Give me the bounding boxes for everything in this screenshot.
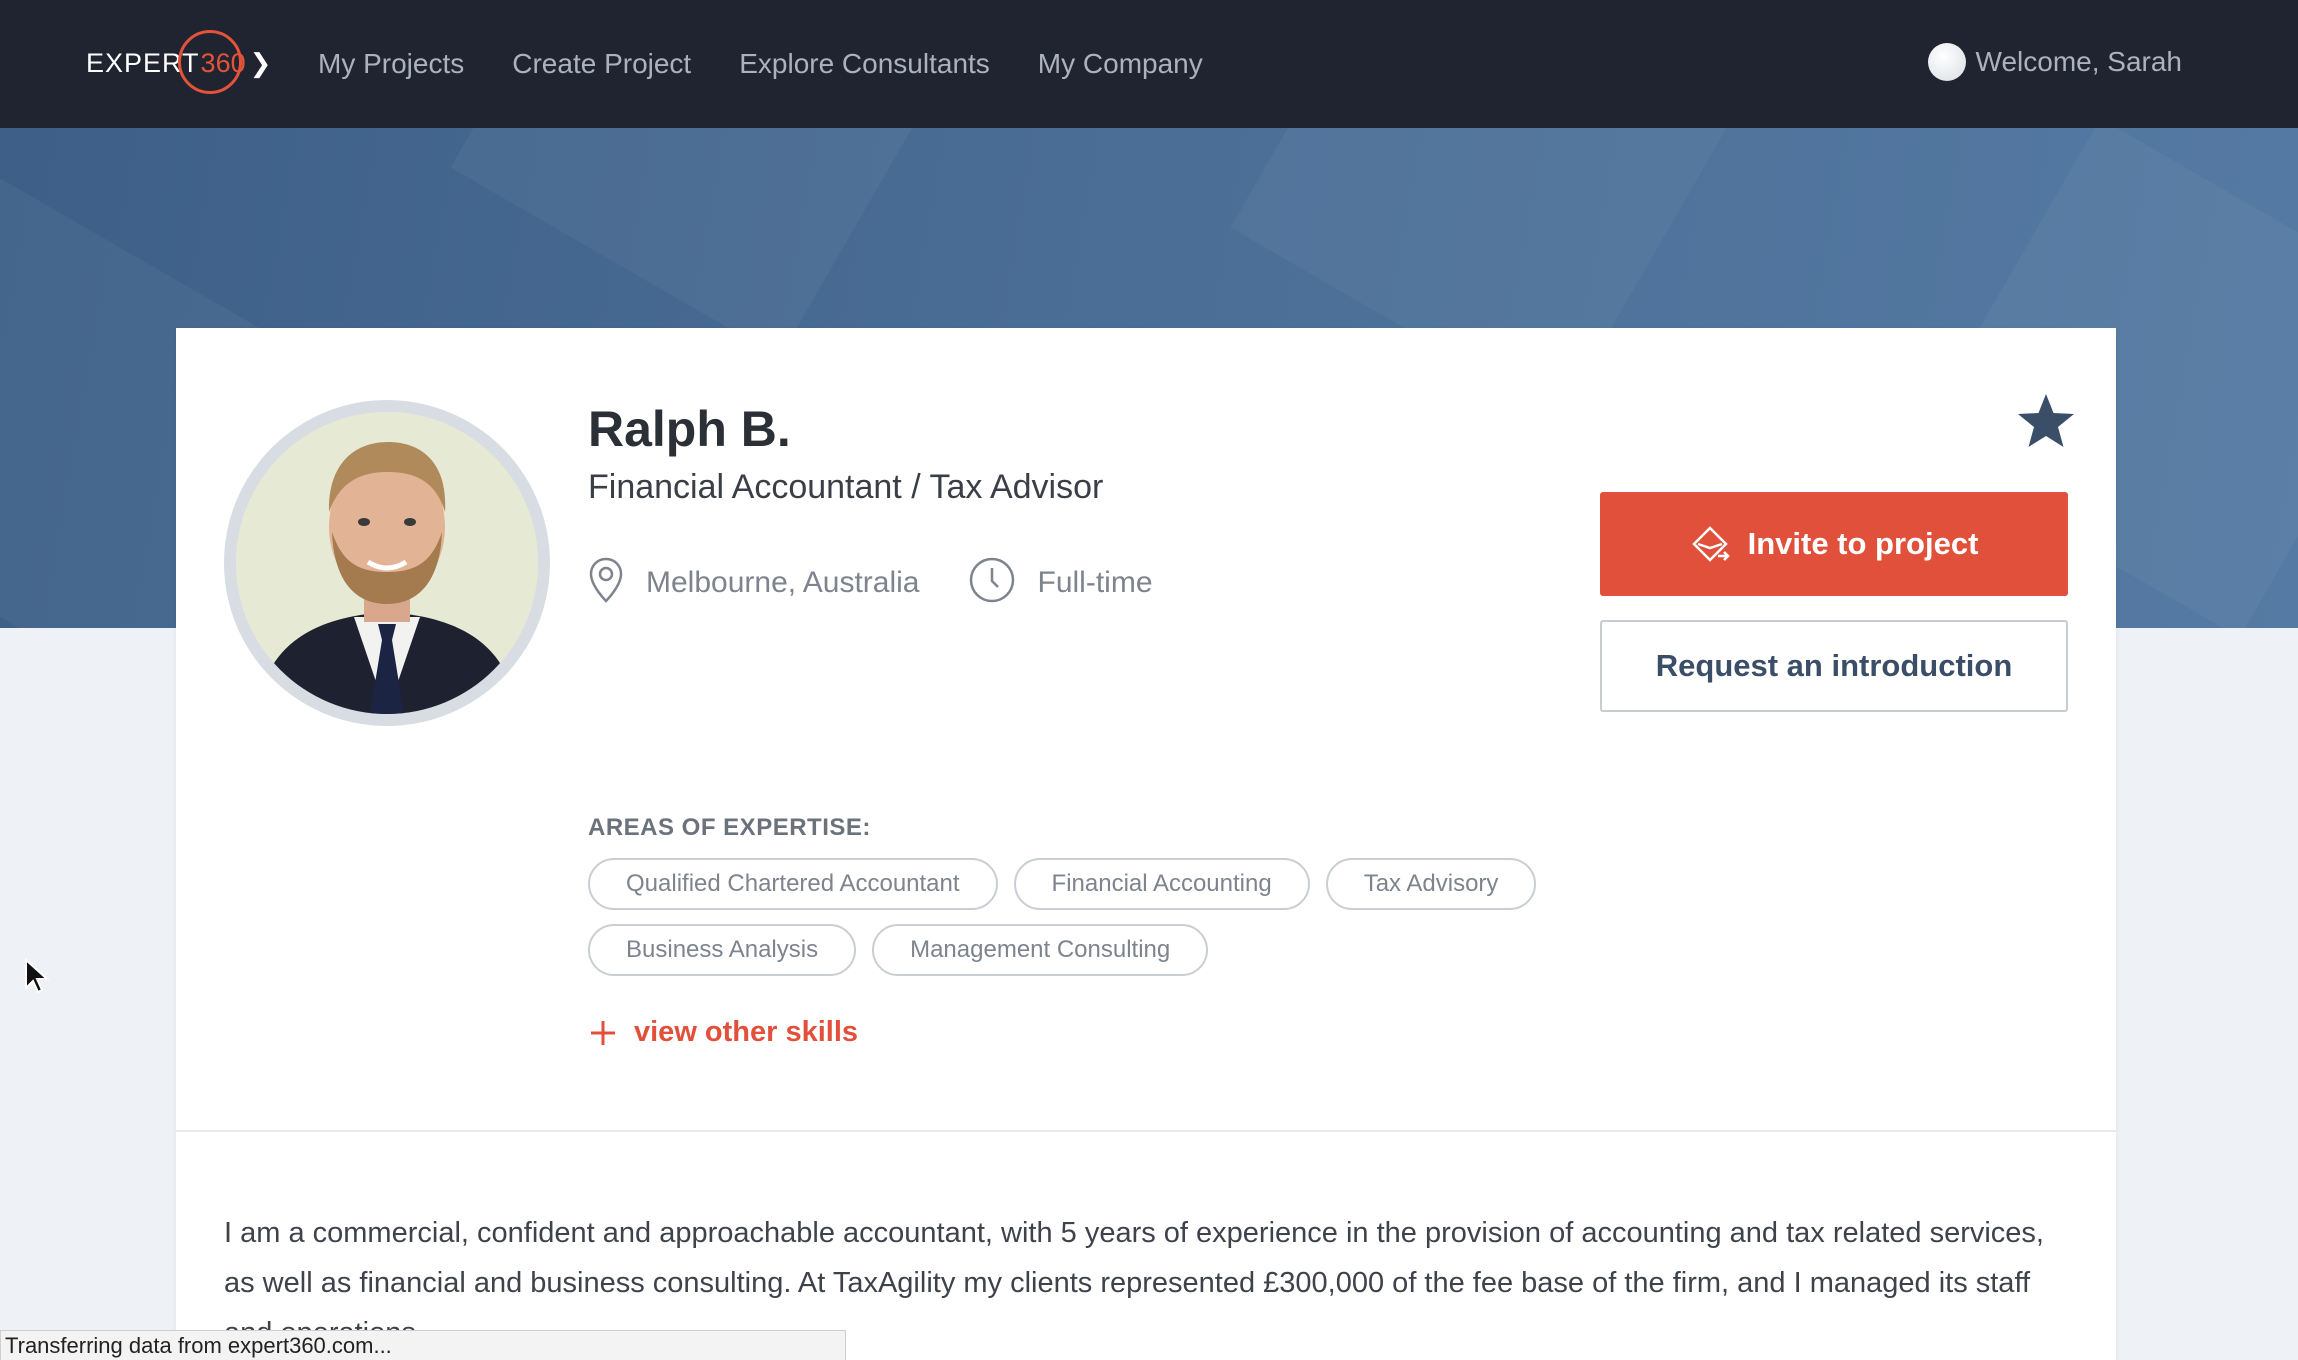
expertise-tags: Qualified Chartered Accountant Financial…: [588, 858, 1588, 990]
invite-label: Invite to project: [1747, 526, 1979, 561]
request-introduction-button[interactable]: Request an introduction: [1600, 620, 2068, 712]
intro-label: Request an introduction: [1655, 648, 2013, 683]
expertise-heading: AREAS OF EXPERTISE:: [588, 814, 871, 841]
map-pin-icon: [588, 556, 624, 609]
consultant-title: Financial Accountant / Tax Advisor: [588, 468, 1104, 506]
top-nav: EXPERT 360 ❯ My Projects Create Project …: [0, 0, 2298, 128]
availability-text: Full-time: [1037, 565, 1153, 599]
location: Melbourne, Australia: [588, 556, 920, 609]
nav-my-projects[interactable]: My Projects: [318, 48, 464, 80]
tag-row: Qualified Chartered Accountant Financial…: [588, 858, 1588, 910]
main-nav: My Projects Create Project Explore Consu…: [318, 0, 1251, 128]
logo-chevron: ❯: [249, 47, 272, 78]
page: EXPERT 360 ❯ My Projects Create Project …: [0, 0, 2298, 1360]
plus-icon: [588, 1018, 618, 1048]
consultant-name: Ralph B.: [588, 401, 791, 457]
expertise-tag[interactable]: Financial Accounting: [1013, 858, 1310, 910]
browser-status-bar: Transferring data from expert360.com...: [0, 1330, 846, 1360]
favorite-star-icon[interactable]: [2016, 392, 2076, 450]
envelope-send-icon: [1690, 524, 1730, 564]
user-menu[interactable]: Welcome, Sarah: [1927, 0, 2182, 124]
profile-photo-frame: [224, 400, 550, 726]
hero-decoration: [450, 128, 970, 358]
section-divider: [176, 1130, 2116, 1132]
expert360-logo[interactable]: EXPERT 360 ❯: [86, 30, 271, 96]
nav-my-company[interactable]: My Company: [1038, 48, 1203, 80]
welcome-text: Welcome, Sarah: [1975, 46, 2182, 77]
availability: Full-time: [968, 556, 1153, 609]
view-other-skills-label: view other skills: [634, 1016, 859, 1048]
view-other-skills-link[interactable]: view other skills: [588, 1016, 858, 1049]
invite-to-project-button[interactable]: Invite to project: [1600, 492, 2068, 596]
location-text: Melbourne, Australia: [646, 565, 920, 599]
expertise-tag[interactable]: Tax Advisory: [1325, 858, 1537, 910]
nav-explore-consultants[interactable]: Explore Consultants: [739, 48, 990, 80]
user-avatar-icon: [1927, 43, 1966, 81]
tag-row: Business Analysis Management Consulting: [588, 924, 1588, 976]
profile-card: Ralph B. Financial Accountant / Tax Advi…: [176, 328, 2116, 1360]
profile-meta: Melbourne, Australia Full-time: [588, 556, 1201, 609]
expertise-tag[interactable]: Business Analysis: [588, 924, 857, 976]
profile-photo: [236, 412, 538, 714]
logo-ring: [178, 30, 242, 94]
clock-icon: [968, 556, 1016, 609]
expertise-tag[interactable]: Management Consulting: [872, 924, 1209, 976]
expertise-tag[interactable]: Qualified Chartered Accountant: [588, 858, 998, 910]
mouse-cursor-icon: [24, 957, 50, 999]
nav-create-project[interactable]: Create Project: [512, 48, 691, 80]
